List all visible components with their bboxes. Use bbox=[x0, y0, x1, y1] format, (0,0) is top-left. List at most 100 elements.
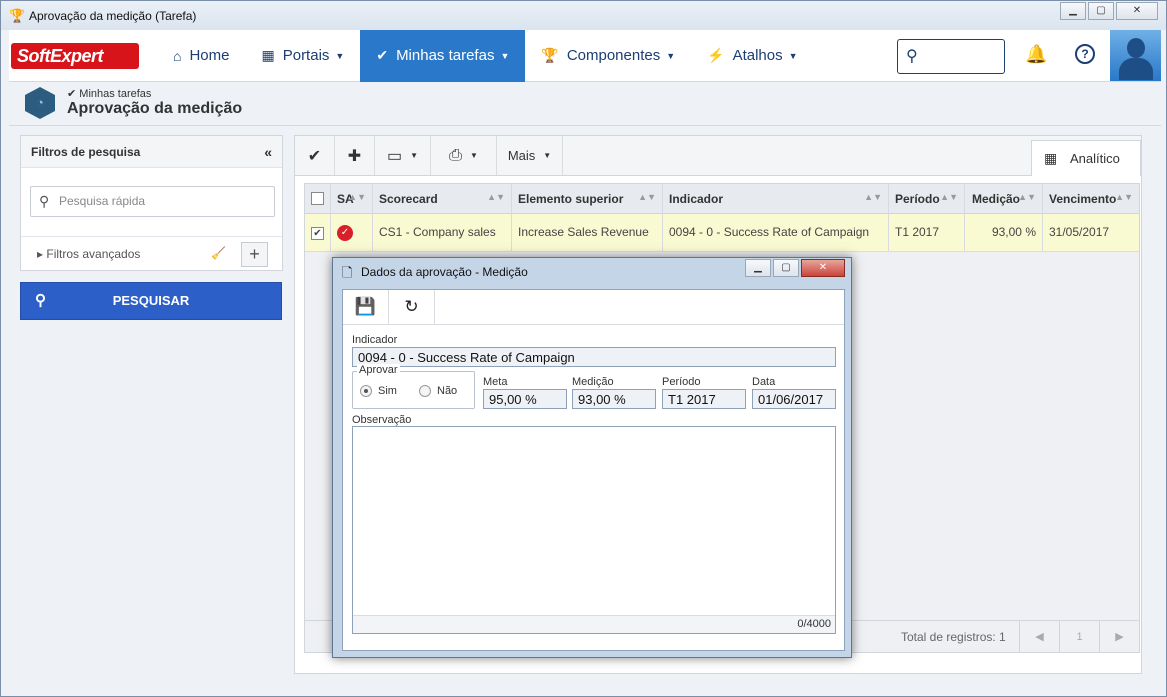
search-icon: ⚲ bbox=[35, 292, 46, 309]
nav-atalhos-label: Atalhos bbox=[732, 47, 783, 64]
radio-nao[interactable]: Não bbox=[419, 385, 458, 398]
chevron-right-icon: ▸ bbox=[37, 247, 47, 261]
table-row[interactable]: ✔ ✓ CS1 - Company sales Increase Sales R… bbox=[305, 214, 1139, 252]
nav-portais-label: Portais bbox=[282, 47, 330, 64]
observacao-label: Observação bbox=[352, 414, 412, 426]
periodo-field[interactable]: T1 2017 bbox=[662, 389, 746, 409]
meta-field[interactable]: 95,00 % bbox=[483, 389, 567, 409]
cell-indicador: 0094 - 0 - Success Rate of Campaign bbox=[663, 214, 889, 251]
bell-icon[interactable]: 🔔 bbox=[1025, 44, 1047, 65]
nav-atalhos[interactable]: ⚡ Atalhos ▼ bbox=[691, 30, 813, 82]
caret-down-icon: ▼ bbox=[666, 50, 676, 61]
dialog-minimize-button[interactable]: ▁ bbox=[745, 259, 771, 277]
dialog-close-button[interactable]: ✕ bbox=[801, 259, 845, 277]
collapse-icon[interactable]: « bbox=[264, 144, 272, 160]
help-icon[interactable]: ? bbox=[1075, 44, 1095, 64]
avatar[interactable] bbox=[1110, 30, 1161, 81]
filter-panel-header: Filtros de pesquisa « bbox=[21, 136, 282, 168]
components-icon[interactable]: ✚ bbox=[335, 136, 375, 175]
col-indicador[interactable]: Indicador ▲▼ bbox=[663, 184, 889, 213]
search-icon: ⚲ bbox=[906, 48, 918, 65]
prev-page-button[interactable]: ◀ bbox=[1019, 621, 1059, 653]
aprovar-group: Aprovar Sim Não bbox=[352, 364, 475, 409]
meta-label: Meta bbox=[483, 376, 508, 388]
pagination: ◀ 1 ▶ bbox=[1019, 621, 1139, 653]
tab-analitico[interactable]: ▦ Analítico bbox=[1031, 140, 1141, 176]
document-icon: 🗋 bbox=[342, 265, 353, 280]
filter-panel-title: Filtros de pesquisa bbox=[31, 145, 141, 159]
cell-periodo: T1 2017 bbox=[889, 214, 965, 251]
col-indicador-label: Indicador bbox=[669, 192, 724, 206]
col-periodo[interactable]: Período ▲▼ bbox=[889, 184, 965, 213]
tab-analitico-label: Analítico bbox=[1070, 151, 1120, 166]
radio-nao-label: Não bbox=[437, 385, 458, 397]
breadcrumb: ◔ ✔ Minhas tarefas Aprovação da medição bbox=[9, 82, 1161, 126]
page-number[interactable]: 1 bbox=[1059, 621, 1099, 653]
col-vencimento[interactable]: Vencimento ▲▼ bbox=[1043, 184, 1139, 213]
broom-icon[interactable]: 🧹 bbox=[211, 246, 226, 260]
dialog-body: 💾 ↻ Indicador 0094 - 0 - Success Rate of… bbox=[342, 289, 845, 651]
advanced-filters-toggle[interactable]: ▸ Filtros avançados 🧹 + bbox=[21, 236, 282, 272]
cell-scorecard: CS1 - Company sales bbox=[373, 214, 512, 251]
close-button[interactable]: ✕ bbox=[1116, 2, 1158, 20]
col-periodo-label: Período bbox=[895, 192, 940, 206]
observacao-textarea[interactable]: 0/4000 bbox=[352, 426, 836, 634]
window-controls: ▁ ▢ ✕ bbox=[1060, 2, 1158, 20]
nav-componentes[interactable]: 🏆 Componentes ▼ bbox=[525, 30, 691, 82]
dialog-maximize-button[interactable]: ▢ bbox=[773, 259, 799, 277]
search-button[interactable]: ⚲ PESQUISAR bbox=[20, 282, 282, 320]
col-scorecard-label: Scorecard bbox=[379, 192, 438, 206]
table-icon: ▦ bbox=[1044, 150, 1058, 166]
data-field[interactable]: 01/06/2017 bbox=[752, 389, 836, 409]
search-button-label: PESQUISAR bbox=[112, 293, 190, 308]
col-elemento-label: Elemento superior bbox=[518, 192, 624, 206]
next-page-button[interactable]: ▶ bbox=[1099, 621, 1139, 653]
col-medicao-label: Medição bbox=[971, 192, 1020, 206]
more-menu[interactable]: Mais ▼ bbox=[497, 136, 563, 175]
select-all-checkbox[interactable] bbox=[305, 184, 331, 213]
more-menu-label: Mais bbox=[507, 148, 536, 163]
caret-down-icon: ▼ bbox=[335, 50, 345, 61]
approve-icon[interactable]: ✔ bbox=[295, 136, 335, 175]
home-icon: ⌂ bbox=[173, 47, 182, 64]
nav-minhas-tarefas[interactable]: ✔ Minhas tarefas ▼ bbox=[360, 29, 526, 82]
print-icon[interactable]: ⎙ ▼ bbox=[431, 136, 497, 175]
global-search-input[interactable]: ⚲ bbox=[897, 39, 1005, 74]
caret-down-icon: ▼ bbox=[788, 50, 798, 61]
nav-componentes-label: Componentes bbox=[566, 47, 661, 64]
cell-medicao: 93,00 % bbox=[965, 214, 1043, 251]
breadcrumb-parent-label: Minhas tarefas bbox=[79, 88, 152, 100]
caret-down-icon: ▼ bbox=[500, 50, 510, 61]
window-title: Aprovação da medição (Tarefa) bbox=[29, 8, 197, 23]
nav-home[interactable]: ⌂ Home bbox=[157, 30, 245, 82]
aprovar-label: Aprovar bbox=[357, 364, 400, 376]
indicador-field[interactable]: 0094 - 0 - Success Rate of Campaign bbox=[352, 347, 836, 367]
grid-icon: ▦ bbox=[261, 47, 275, 63]
dialog-toolbar: 💾 ↻ bbox=[343, 290, 844, 325]
nav-portais[interactable]: ▦ Portais ▼ bbox=[245, 30, 360, 82]
filter-panel: Filtros de pesquisa « ⚲ Pesquisa rápida … bbox=[20, 135, 283, 271]
col-medicao[interactable]: Medição ▲▼ bbox=[965, 184, 1043, 213]
radio-sim[interactable]: Sim bbox=[360, 385, 397, 398]
nav-home-label: Home bbox=[189, 47, 230, 64]
col-elemento[interactable]: Elemento superior ▲▼ bbox=[512, 184, 663, 213]
col-sa[interactable]: SA ▲▼ bbox=[331, 184, 373, 213]
add-filter-button[interactable]: + bbox=[241, 242, 268, 267]
row-checkbox[interactable]: ✔ bbox=[305, 214, 331, 251]
minimize-button[interactable]: ▁ bbox=[1060, 2, 1086, 20]
softexpert-logo[interactable]: SoftExpert bbox=[11, 42, 139, 69]
window-titlebar: 🏆 Aprovação da medição (Tarefa) bbox=[1, 1, 1166, 30]
quick-search-input[interactable]: ⚲ Pesquisa rápida bbox=[30, 186, 275, 217]
dialog-title: Dados da aprovação - Medição bbox=[361, 265, 528, 279]
save-close-icon[interactable]: 💾 bbox=[343, 290, 389, 324]
refresh-icon[interactable]: ↻ bbox=[389, 290, 435, 324]
col-scorecard[interactable]: Scorecard ▲▼ bbox=[373, 184, 512, 213]
gauge-icon: ◔ bbox=[25, 87, 55, 119]
data-label: Data bbox=[752, 376, 776, 388]
medicao-field[interactable]: 93,00 % bbox=[572, 389, 656, 409]
view-icon[interactable]: ▭ ▼ bbox=[375, 136, 431, 175]
maximize-button[interactable]: ▢ bbox=[1088, 2, 1114, 20]
breadcrumb-parent[interactable]: ✔ Minhas tarefas bbox=[67, 87, 151, 100]
col-vencimento-label: Vencimento bbox=[1049, 192, 1117, 206]
nav-minhas-tarefas-label: Minhas tarefas bbox=[396, 47, 495, 64]
